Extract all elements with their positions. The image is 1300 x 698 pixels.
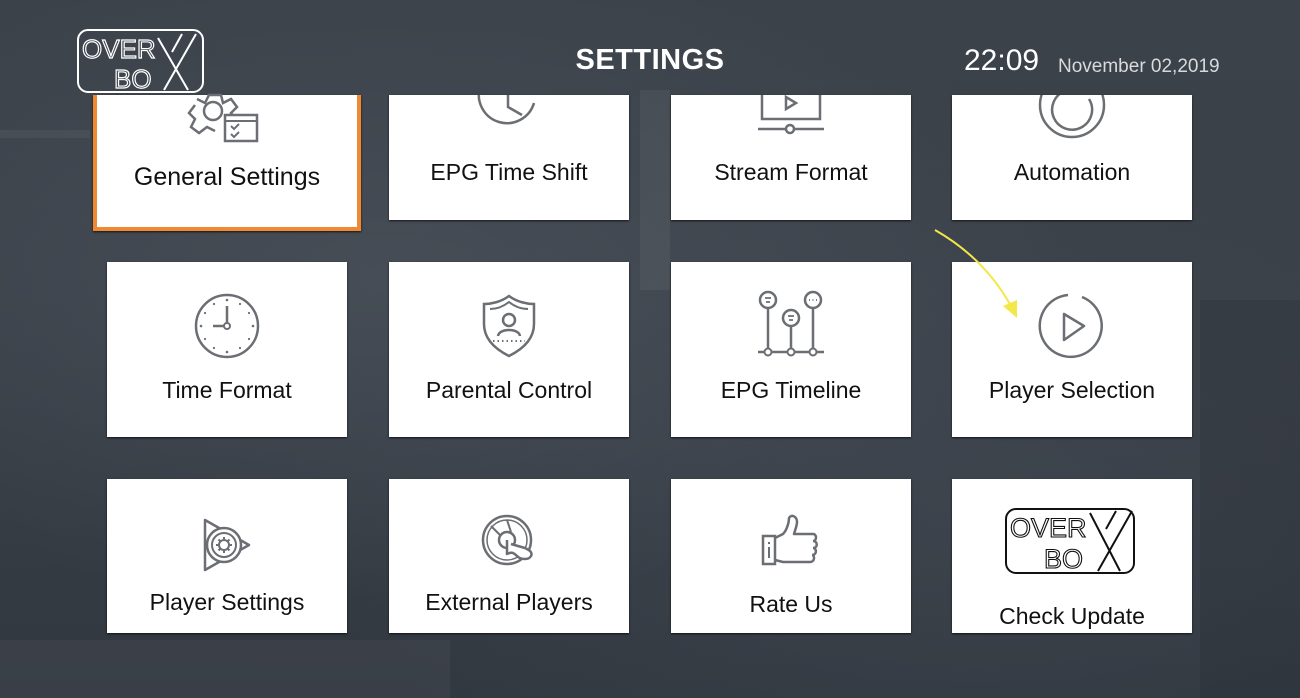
tile-time-format[interactable]: Time Format [107,262,347,437]
wall-clock-icon [194,293,260,359]
tile-label: Check Update [999,603,1145,629]
background-shape [1200,300,1300,698]
clock-date: November 02,2019 [1058,56,1220,77]
disc-touch-icon [481,514,533,566]
background-shape [0,130,90,138]
tile-parental-control[interactable]: Parental Control [389,262,629,437]
tile-epg-time-shift[interactable]: EPG Time Shift [389,95,629,220]
background-shape [640,90,670,290]
tile-player-selection[interactable]: Player Selection [952,262,1192,437]
tile-automation[interactable]: Automation [952,95,1192,220]
tile-check-update[interactable]: OVER BO Check Update [952,479,1192,633]
tile-label: External Players [425,589,593,615]
gear-checklist-icon [187,93,259,143]
tile-label: Parental Control [425,377,593,403]
tile-label: Player Settings [149,589,305,615]
tile-label: EPG Time Shift [430,159,588,185]
thumbs-up-icon [761,514,818,566]
shield-user-icon [482,294,536,358]
tile-external-players[interactable]: External Players [389,479,629,633]
svg-text:OVER: OVER [1010,513,1087,543]
play-gear-icon [203,518,251,572]
overbox-logo-icon: OVER BO [1005,508,1135,575]
header: OVER BO SETTINGS 22:09 November 02,2019 [0,0,1300,95]
tile-player-settings[interactable]: Player Settings [107,479,347,633]
tile-label: General Settings [133,163,321,191]
tile-label: Automation [1013,159,1131,185]
background-shape [0,640,450,698]
tile-general-settings[interactable]: General Settings [93,93,361,231]
timeline-icon [758,290,824,357]
clock-time: 22:09 [964,44,1040,77]
video-player-icon [758,95,824,135]
refresh-circle-icon [1038,95,1106,139]
tile-label: Stream Format [714,159,868,185]
tile-epg-timeline[interactable]: EPG Timeline [671,262,911,437]
tile-stream-format[interactable]: Stream Format [671,95,911,220]
tile-label: Player Selection [988,377,1156,403]
tile-label: Time Format [162,377,292,403]
tile-label: Rate Us [749,591,833,617]
clock-icon [477,95,536,125]
play-circle-icon [1038,293,1103,359]
tile-rate-us[interactable]: Rate Us [671,479,911,633]
tile-label: EPG Timeline [720,377,862,403]
svg-text:BO: BO [1044,544,1083,574]
